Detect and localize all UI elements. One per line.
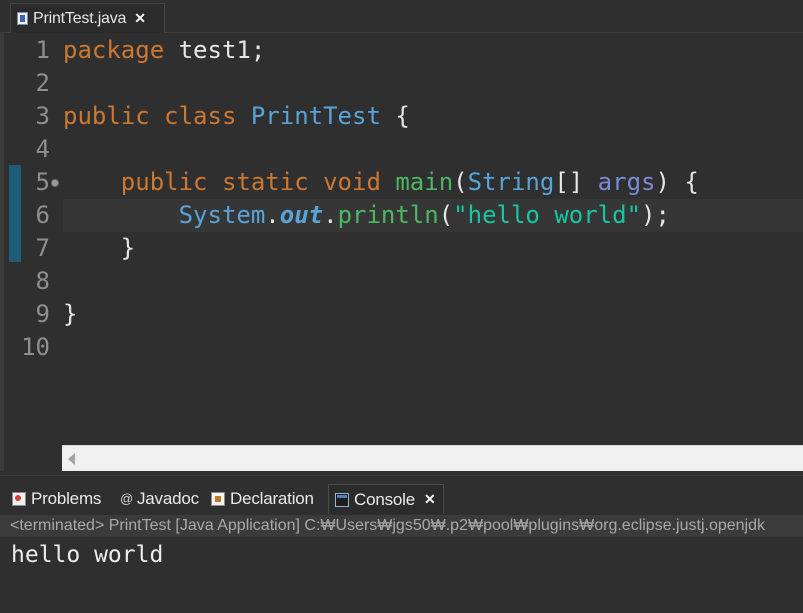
code-editor[interactable]: 1 package test1; 2 3 public class PrintTest … [0,33,803,471]
scroll-left-arrow-icon[interactable] [68,453,75,465]
console-icon [335,492,349,507]
tab-declaration[interactable]: Declaration [211,484,314,514]
line-number: 4 [35,135,50,163]
code-area[interactable]: 1 package test1; 2 3 public class PrintTest … [0,33,803,433]
code-token-param: args [597,168,656,196]
line-number: 2 [35,69,50,97]
code-token-str: "hello world" [453,201,642,229]
console-output[interactable]: hello world [11,540,163,570]
horizontal-scrollbar[interactable] [62,445,803,471]
code-line-6[interactable]: 6 System.out.println("hello world"); [0,199,803,232]
code-token-plain: test1; [164,36,266,64]
code-token-plain: } [63,300,78,328]
code-token-type: PrintTest [250,102,381,130]
line-number: 8 [35,267,50,295]
code-token-kw: class [164,102,237,130]
code-token-kw: public [120,168,208,196]
tab-printtest-java[interactable]: PrintTest.java ✕ [10,3,165,33]
code-text: } [63,298,77,331]
code-text: package test1; [63,34,265,67]
code-text: System.out.println("hello world"); [63,199,670,232]
code-token-kw: static [221,168,309,196]
code-token-plain: ( [438,201,454,229]
line-number: 5 [35,168,50,196]
panel-tab-label: Problems [31,489,102,508]
panel-tab-label: Console [354,489,415,509]
console-status-line: <terminated> PrintTest [Java Application… [0,515,803,537]
code-line-10[interactable]: 10 [0,331,803,364]
code-text: } [63,232,135,265]
code-line-5[interactable]: 5 public static void main(String[] args)… [0,166,803,199]
code-token-plain: . [265,201,280,229]
close-icon[interactable]: ✕ [424,491,436,508]
problems-icon [12,492,26,506]
editor-tab-bar: PrintTest.java ✕ [0,0,803,33]
panel-tab-bar: Problems @ Javadoc Declaration Console ✕ [0,475,803,514]
line-number: 10 [21,333,50,361]
code-token-method: println [337,201,439,229]
panel-tab-label: Javadoc [137,489,199,508]
panel-tab-label: Declaration [230,489,314,508]
code-token-plain: . [323,201,338,229]
code-line-7[interactable]: 7 } [0,232,803,265]
code-token-type: System [178,201,266,229]
code-token-method: main [395,168,454,196]
code-line-8[interactable]: 8 [0,265,803,298]
code-token-plain: [] [554,168,598,196]
code-line-4[interactable]: 4 [0,133,803,166]
tab-console[interactable]: Console ✕ [328,484,444,514]
line-number: 6 [35,201,50,229]
code-token-plain: } [63,234,136,262]
code-token-plain: ) { [655,168,699,196]
code-token-kw: void [323,168,381,196]
code-line-1[interactable]: 1 package test1; [0,34,803,67]
fold-toggle-icon[interactable] [51,179,59,187]
code-token-field: out [279,201,324,229]
line-number: 3 [35,102,50,130]
code-line-9[interactable]: 9} [0,298,803,331]
line-number: 9 [35,300,50,328]
declaration-icon [211,492,225,506]
bottom-panel: Problems @ Javadoc Declaration Console ✕ <ter… [0,475,803,613]
tab-javadoc[interactable]: @ Javadoc [120,484,199,514]
code-token-plain: ( [453,168,468,196]
code-token-plain: { [380,102,410,130]
code-line-2[interactable]: 2 [0,67,803,100]
code-token-plain: ); [641,201,670,229]
tab-problems[interactable]: Problems [12,484,101,514]
javadoc-icon: @ [120,491,133,506]
code-text: public static void main(String[] args) { [63,166,699,199]
code-token-kw: public [63,102,150,130]
eclipse-window: PrintTest.java ✕ 1 package test1; 2 3 public… [0,0,803,613]
close-icon[interactable]: ✕ [134,10,146,27]
code-line-3[interactable]: 3 public class PrintTest { [0,100,803,133]
code-token-type: String [467,168,555,196]
code-text: public class PrintTest { [63,100,410,133]
code-token-kw: package [63,36,165,64]
java-file-icon [17,12,28,25]
line-number: 7 [35,234,50,262]
tab-label: PrintTest.java [33,9,127,27]
line-number: 1 [35,36,50,64]
